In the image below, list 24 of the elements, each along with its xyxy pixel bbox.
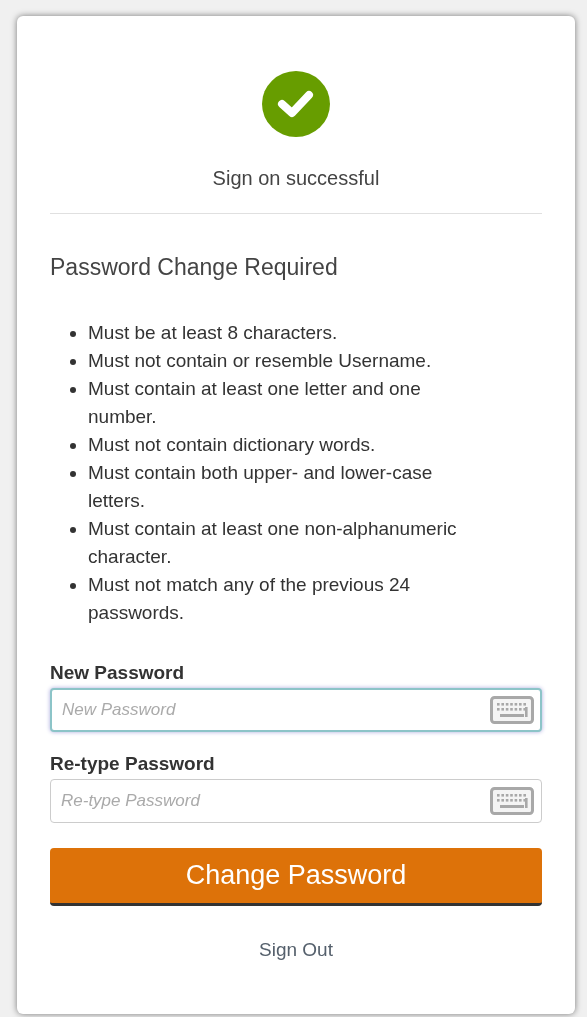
- field-label: New Password: [50, 660, 186, 685]
- bullet-icon: [70, 330, 76, 337]
- bullet-icon: [70, 582, 76, 589]
- rule-text: Must not contain dictionary words.: [88, 432, 376, 457]
- password-field[interactable]: New Password: [50, 687, 542, 732]
- bullet-icon: [70, 470, 76, 477]
- keyboard-icon[interactable]: [490, 786, 534, 815]
- rule-text: Must contain both upper- and lower-case letters.: [88, 460, 434, 513]
- rule-text: Must contain at least one non-alphanumeric character.: [88, 516, 458, 569]
- field-label: Re-type Password: [50, 751, 216, 776]
- sign-out-link[interactable]: Sign Out: [259, 935, 333, 964]
- bullet-icon: [70, 386, 76, 393]
- keyboard-icon[interactable]: [490, 695, 534, 724]
- bullet-icon: [70, 442, 76, 449]
- bullet-icon: [70, 358, 76, 365]
- rule-text: Must not contain or resemble Username.: [88, 348, 432, 373]
- rule-text: Must not match any of the previous 24 passwords.: [88, 572, 412, 625]
- success-check-icon: [262, 71, 330, 137]
- rule-text: Must be at least 8 characters.: [88, 320, 338, 345]
- section-heading: Password Change Required: [50, 253, 339, 282]
- rule-text: Must contain at least one letter and one number.: [88, 376, 422, 429]
- bullet-icon: [70, 526, 76, 533]
- password-field[interactable]: Re-type Password: [50, 778, 542, 823]
- status-message: Sign on successful: [212, 166, 380, 191]
